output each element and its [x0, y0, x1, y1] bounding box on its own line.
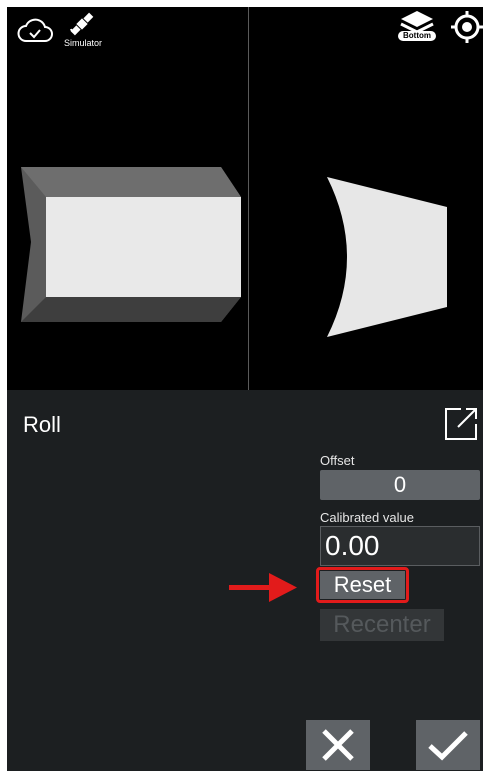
target-icon[interactable] [451, 11, 483, 43]
calibrated-value-field: 0.00 [320, 526, 480, 566]
panel-title: Roll [23, 412, 61, 437]
calibration-panel: Roll Offset 0 Calibrated value 0.00 Rese… [7, 390, 483, 771]
red-arrow-annotation [229, 573, 297, 602]
check-icon [428, 731, 468, 761]
satellite-icon[interactable] [67, 9, 97, 39]
layers-bottom-label: Bottom [398, 31, 436, 41]
offset-input[interactable]: 0 [320, 470, 480, 500]
expand-icon[interactable] [443, 406, 479, 442]
close-icon [322, 729, 354, 761]
recenter-button[interactable]: Recenter [320, 609, 444, 641]
calibrated-value-label: Calibrated value [320, 510, 414, 525]
offset-label: Offset [320, 453, 355, 468]
viewport-divider [248, 7, 249, 390]
app-screen: Simulator Bottom Roll Offset 0 Calibrate… [7, 7, 483, 771]
cancel-button[interactable] [306, 720, 370, 770]
reset-button[interactable]: Reset [320, 571, 405, 599]
front-view-model [327, 177, 447, 337]
cloud-check-icon[interactable] [17, 15, 53, 45]
simulator-label: Simulator [64, 38, 103, 48]
layers-icon[interactable] [397, 9, 437, 47]
3d-viewport[interactable]: Simulator Bottom [7, 7, 483, 390]
confirm-button[interactable] [416, 720, 480, 770]
side-view-model [21, 167, 241, 322]
